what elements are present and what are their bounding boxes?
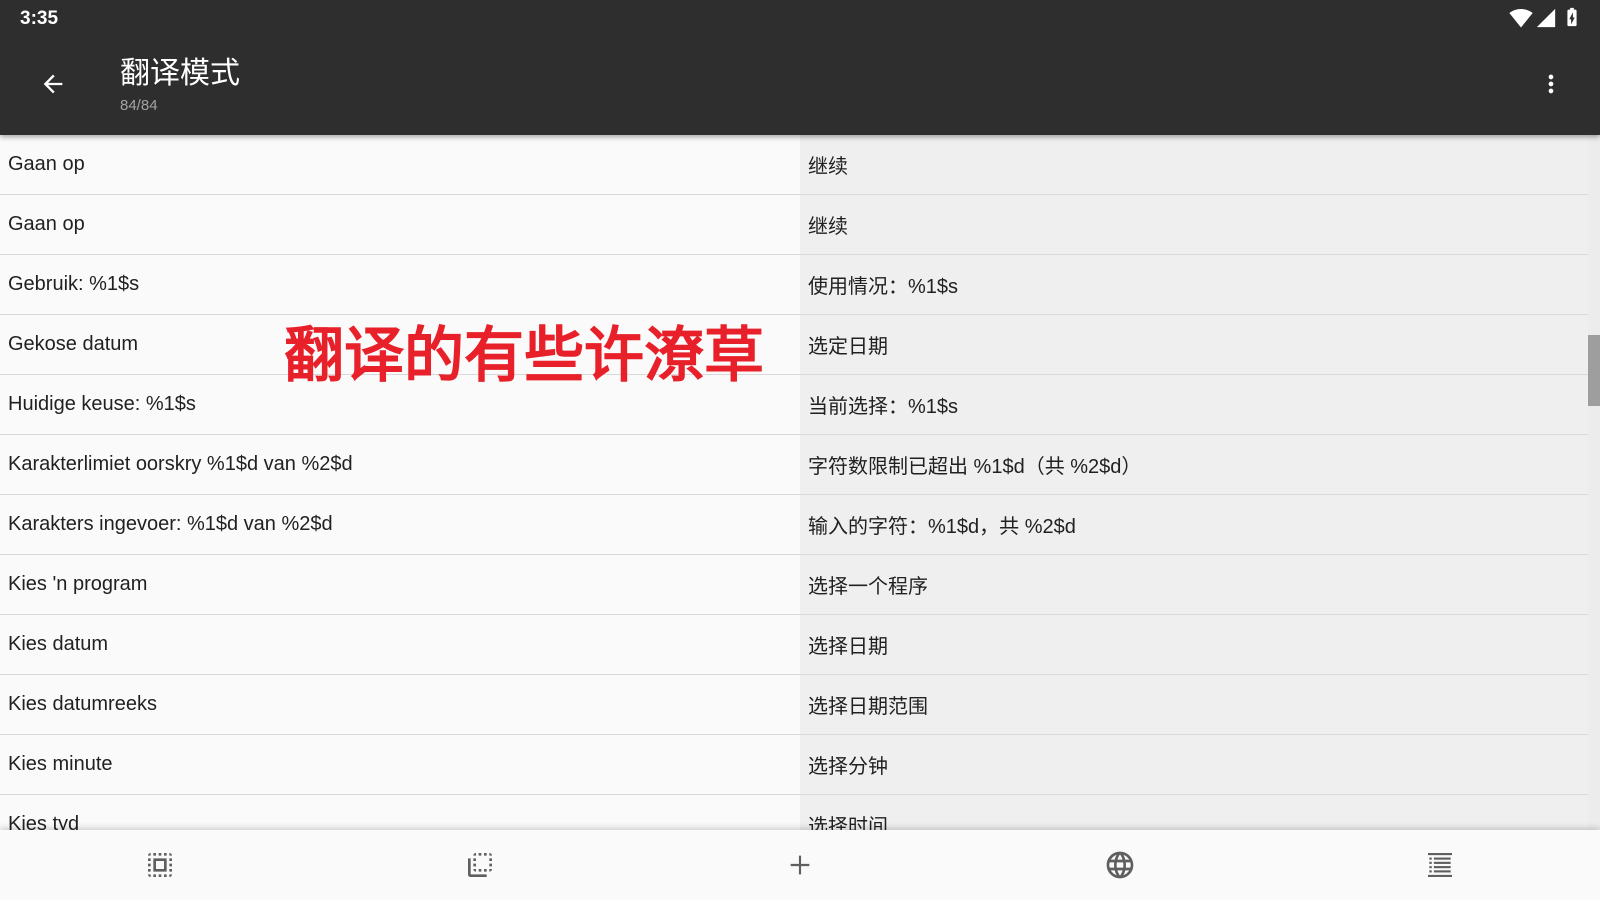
translation-text[interactable]: 输入的字符：%1$d，共 %2$d <box>800 495 1588 554</box>
status-time: 3:35 <box>20 8 59 29</box>
string-row[interactable]: Huidige keuse: %1$s 当前选择：%1$s <box>0 375 1588 435</box>
source-text: Kies datum <box>0 615 800 674</box>
string-list[interactable]: Gaan op 继续 Gaan op 继续 Gebruik: %1$s 使用情况… <box>0 135 1600 830</box>
back-arrow-icon <box>43 74 63 94</box>
flip-to-back-button[interactable] <box>452 837 508 893</box>
source-text: Kies datumreeks <box>0 675 800 734</box>
translation-text[interactable]: 选定日期 <box>800 315 1588 374</box>
string-row[interactable]: Kies minute 选择分钟 <box>0 735 1588 795</box>
source-text: Kies minute <box>0 735 800 794</box>
select-all-button[interactable] <box>132 837 188 893</box>
source-text: Karakters ingevoer: %1$d van %2$d <box>0 495 800 554</box>
translation-text[interactable]: 继续 <box>800 135 1588 194</box>
translation-text[interactable]: 使用情况：%1$s <box>800 255 1588 314</box>
list-icon <box>1428 853 1452 877</box>
page-title: 翻译模式 <box>120 57 240 90</box>
source-text: Kies 'n program <box>0 555 800 614</box>
page-subtitle: 84/84 <box>120 97 158 114</box>
translation-text[interactable]: 选择一个程序 <box>800 555 1588 614</box>
translation-text[interactable]: 继续 <box>800 195 1588 254</box>
source-text: Gekose datum <box>0 315 800 374</box>
globe-icon <box>1106 851 1134 879</box>
list-view-button[interactable] <box>1412 837 1468 893</box>
status-bar: 3:35 <box>0 0 1600 37</box>
source-text: Huidige keuse: %1$s <box>0 375 800 434</box>
translation-text[interactable]: 选择日期范围 <box>800 675 1588 734</box>
source-text: Karakterlimiet oorskry %1$d van %2$d <box>0 435 800 494</box>
translation-text[interactable]: 选择分钟 <box>800 735 1588 794</box>
translation-text[interactable]: 选择日期 <box>800 615 1588 674</box>
string-row[interactable]: Karakters ingevoer: %1$d van %2$d 输入的字符：… <box>0 495 1588 555</box>
add-icon <box>790 855 810 875</box>
source-text: Gaan op <box>0 195 800 254</box>
translation-text[interactable]: 字符数限制已超出 %1$d（共 %2$d） <box>800 435 1588 494</box>
battery-charging-icon <box>1567 7 1577 27</box>
string-row[interactable]: Kies datumreeks 选择日期范围 <box>0 675 1588 735</box>
source-text: Gaan op <box>0 135 800 194</box>
bottom-action-bar <box>0 830 1600 900</box>
more-options-button[interactable] <box>1523 56 1579 112</box>
translation-text[interactable]: 选择时间 <box>800 795 1588 830</box>
translation-text[interactable]: 当前选择：%1$s <box>800 375 1588 434</box>
signal-icon <box>1536 8 1556 28</box>
scrollbar-track[interactable] <box>1588 135 1600 830</box>
string-row[interactable]: Kies datum 选择日期 <box>0 615 1588 675</box>
language-button[interactable] <box>1092 837 1148 893</box>
string-row[interactable]: Gebruik: %1$s 使用情况：%1$s <box>0 255 1588 315</box>
string-row[interactable]: Gekose datum 选定日期 <box>0 315 1588 375</box>
source-text: Gebruik: %1$s <box>0 255 800 314</box>
back-button[interactable] <box>25 56 81 112</box>
string-row[interactable]: Gaan op 继续 <box>0 195 1588 255</box>
source-text: Kies tyd <box>0 795 800 830</box>
string-row[interactable]: Kies tyd 选择时间 <box>0 795 1588 830</box>
string-row[interactable]: Karakterlimiet oorskry %1$d van %2$d 字符数… <box>0 435 1588 495</box>
app-bar: 翻译模式 84/84 <box>0 37 1600 135</box>
add-button[interactable] <box>772 837 828 893</box>
scrollbar-thumb[interactable] <box>1588 335 1600 406</box>
more-vert-icon <box>1548 74 1554 94</box>
wifi-icon <box>1509 9 1533 28</box>
flip-to-back-icon <box>468 853 492 877</box>
string-row[interactable]: Gaan op 继续 <box>0 135 1588 195</box>
select-all-icon <box>148 853 172 877</box>
string-row[interactable]: Kies 'n program 选择一个程序 <box>0 555 1588 615</box>
